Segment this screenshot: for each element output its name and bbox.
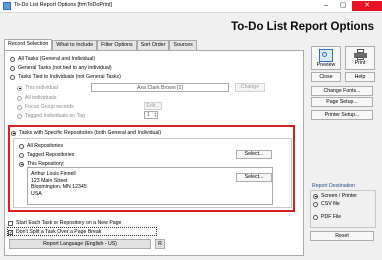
pdf-option[interactable]: PDF File xyxy=(313,214,341,220)
all-individuals-label: All individuals xyxy=(25,95,57,101)
radio[interactable] xyxy=(19,161,24,167)
change-individual-button[interactable]: Change xyxy=(235,83,265,92)
tied-tasks-option[interactable]: Tasks Tied to Individuals (not General T… xyxy=(10,74,121,80)
focus-group-option[interactable]: Focus Group records xyxy=(17,104,74,110)
general-tasks-option[interactable]: General Tasks (not tied to any individua… xyxy=(10,65,112,71)
all-tasks-option[interactable]: All Tasks (General and Individual) xyxy=(10,56,95,62)
tab-strip: Record Selection What to Include Filter … xyxy=(4,39,197,51)
radio[interactable] xyxy=(313,193,318,199)
radio[interactable] xyxy=(10,56,15,62)
page-setup-button[interactable]: Page Setup... xyxy=(311,97,373,107)
select-tagged-repositories-button[interactable]: Select... xyxy=(236,150,272,159)
app-icon xyxy=(3,2,11,10)
checkbox[interactable]: ✓ xyxy=(8,229,13,235)
preview-label: Preview xyxy=(316,62,336,68)
radio[interactable] xyxy=(17,85,22,91)
all-individuals-option[interactable]: All individuals xyxy=(17,95,56,101)
tagged-individuals-label: Tagged Individuals on Tag xyxy=(25,113,85,119)
page-title: To-Do List Report Options xyxy=(231,21,374,33)
tagged-repositories-label: Tagged Repositories xyxy=(27,152,75,158)
radio[interactable] xyxy=(17,113,22,119)
all-tasks-label: All Tasks (General and Individual) xyxy=(18,56,96,62)
printer-icon xyxy=(353,49,367,60)
csv-label: CSV file xyxy=(321,201,340,207)
close-button[interactable]: Close xyxy=(311,72,341,82)
radio[interactable] xyxy=(313,214,318,220)
new-page-label: Start Each Task or Repository on a New P… xyxy=(16,220,122,226)
radio[interactable] xyxy=(10,74,15,80)
header: To-Do List Report Options xyxy=(0,13,382,40)
preview-icon xyxy=(319,49,333,62)
general-tasks-label: General Tasks (not tied to any individua… xyxy=(18,65,112,71)
tagged-repositories-option[interactable]: Tagged Repositories xyxy=(19,152,74,158)
change-fonts-button[interactable]: Change Fonts... xyxy=(311,86,373,96)
all-repositories-label: All Repositories xyxy=(27,143,64,149)
tagged-individuals-option[interactable]: Tagged Individuals on Tag xyxy=(17,113,85,119)
language-r-button[interactable]: R xyxy=(155,239,165,249)
tag-spinner[interactable]: ▲ ▼ xyxy=(154,112,157,118)
this-individual-option[interactable]: This individual xyxy=(17,85,58,91)
window-title: To-Do List Report Options [frmToDoPrint] xyxy=(14,2,112,8)
radio[interactable] xyxy=(313,201,318,207)
printer-setup-button[interactable]: Printer Setup... xyxy=(311,110,373,120)
edit-focus-group-button[interactable]: Edit... xyxy=(144,102,162,110)
screen-printer-label: Screen / Printer xyxy=(321,193,358,199)
focus-group-label: Focus Group records xyxy=(25,104,74,110)
preview-button[interactable]: Preview xyxy=(311,46,341,70)
print-label: Print xyxy=(354,60,366,66)
this-individual-label: This individual xyxy=(25,85,58,91)
report-language-button[interactable]: Report Language (English - US) xyxy=(9,239,151,249)
pdf-label: PDF File xyxy=(321,214,342,220)
individual-name-field: Axa Clark Brown [1] xyxy=(91,83,229,92)
close-window-button[interactable]: ✕ xyxy=(352,1,382,11)
specific-repositories-label: Tasks with Specific Repositories (both G… xyxy=(19,130,162,136)
reset-button[interactable]: Reset xyxy=(310,231,374,241)
all-repositories-option[interactable]: All Repositories xyxy=(19,143,63,149)
address-line: USA xyxy=(31,190,42,197)
checkbox[interactable] xyxy=(8,220,13,226)
radio[interactable] xyxy=(10,65,15,71)
no-split-label: Don't Split a Task Over a Page Break xyxy=(16,229,102,235)
specific-repositories-option[interactable]: Tasks with Specific Repositories (both G… xyxy=(11,130,161,136)
maximize-button[interactable]: ▢ xyxy=(335,1,351,11)
help-button[interactable]: Help xyxy=(345,72,375,82)
new-page-option[interactable]: Start Each Task or Repository on a New P… xyxy=(8,220,121,226)
csv-option[interactable]: CSV file xyxy=(313,201,340,207)
title-bar: To-Do List Report Options [frmToDoPrint]… xyxy=(0,0,382,13)
report-destination-title: Report Destination xyxy=(312,183,355,189)
select-repository-button[interactable]: Select... xyxy=(236,173,272,182)
radio[interactable] xyxy=(11,130,16,136)
print-button[interactable]: Print xyxy=(345,46,375,70)
screen-printer-option[interactable]: Screen / Printer xyxy=(313,193,357,199)
minimize-button[interactable]: – xyxy=(318,1,334,11)
no-split-option[interactable]: ✓ Don't Split a Task Over a Page Break xyxy=(8,229,101,235)
radio[interactable] xyxy=(19,152,24,158)
tied-tasks-label: Tasks Tied to Individuals (not General T… xyxy=(18,74,121,80)
radio[interactable] xyxy=(17,95,22,101)
radio[interactable] xyxy=(19,143,24,149)
radio[interactable] xyxy=(17,104,22,110)
